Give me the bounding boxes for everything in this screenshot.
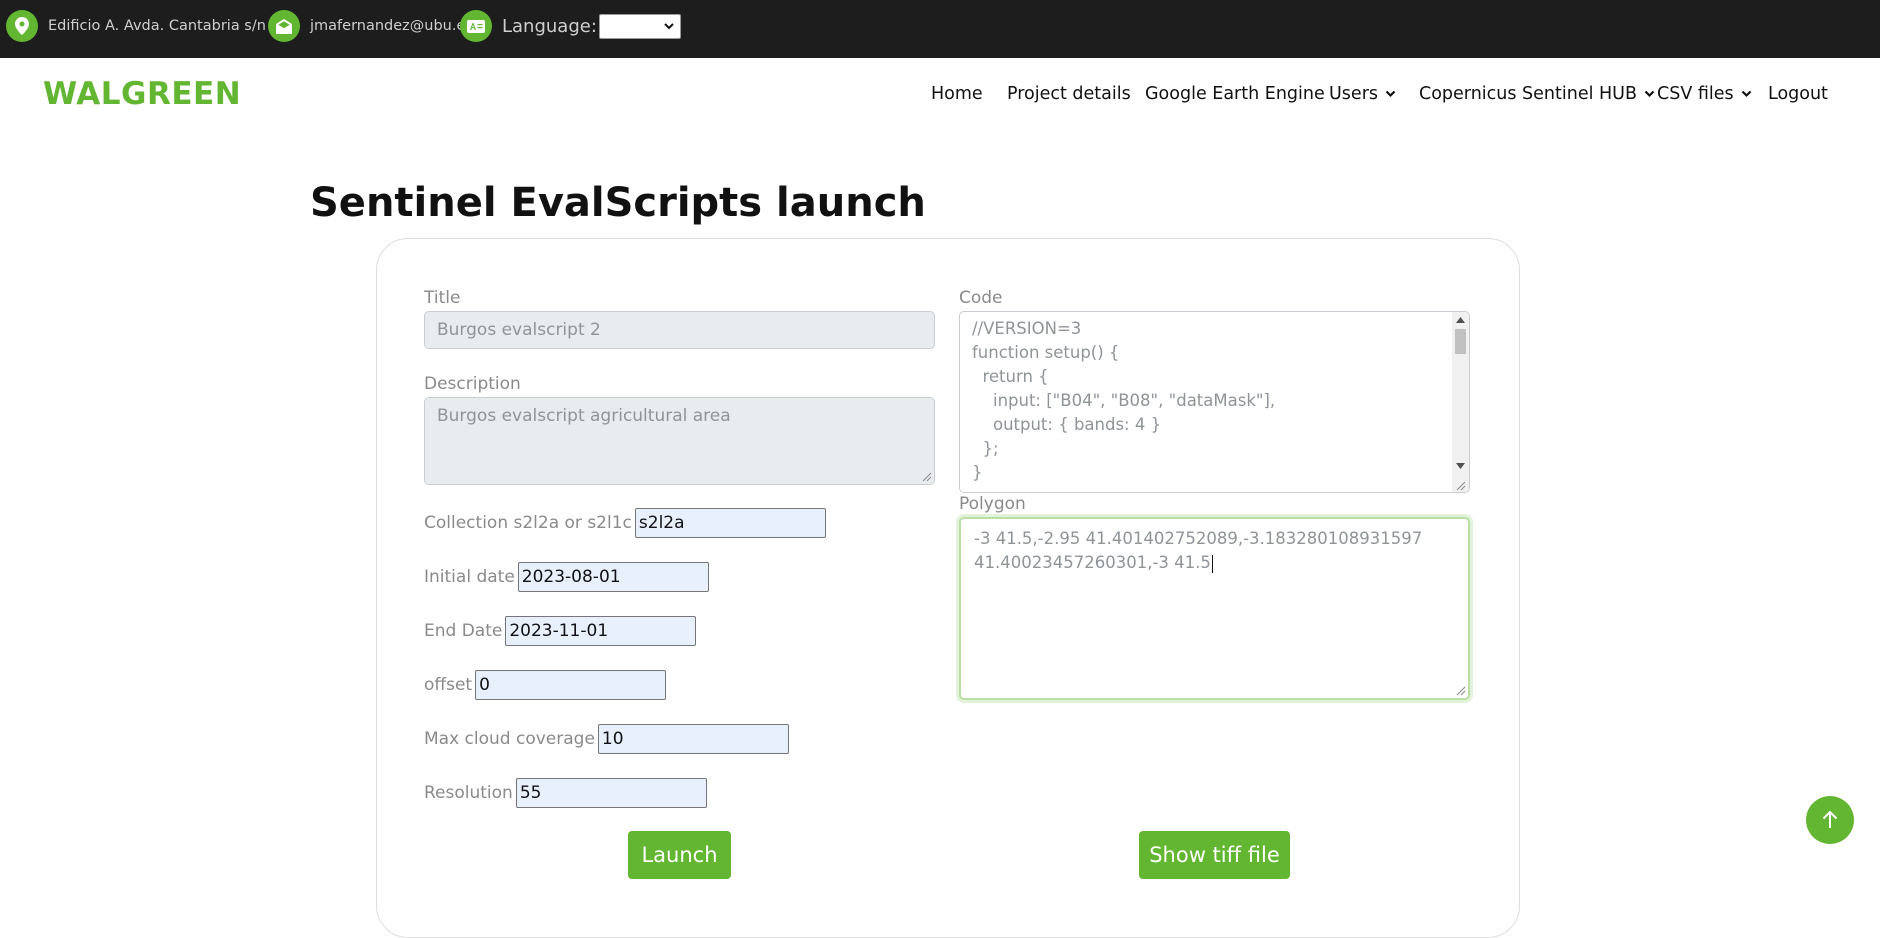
- end-date-row: End Date 2023-11-01: [424, 616, 697, 646]
- scroll-thumb[interactable]: [1455, 329, 1466, 354]
- collection-row: Collection s2l2a or s2l1c s2l2a: [424, 508, 826, 538]
- translate-icon: [460, 10, 492, 42]
- initial-date-input[interactable]: 2023-08-01: [517, 562, 709, 592]
- code-label: Code: [959, 288, 1003, 308]
- code-line: function setup() {: [972, 343, 1120, 362]
- nav-logout[interactable]: Logout: [1768, 84, 1828, 104]
- show-tiff-button[interactable]: Show tiff file: [1139, 831, 1290, 879]
- launch-button[interactable]: Launch: [628, 831, 731, 879]
- arrow-up-icon: [1822, 811, 1838, 828]
- nav-copernicus-sentinel-hub[interactable]: Copernicus Sentinel HUB: [1419, 84, 1655, 104]
- text-caret: [1211, 554, 1213, 573]
- resolution-row: Resolution 55: [424, 778, 707, 808]
- code-line: };: [972, 439, 999, 458]
- nav-users[interactable]: Users: [1329, 84, 1396, 104]
- polygon-label: Polygon: [959, 494, 1026, 514]
- email-item[interactable]: jmafernandez@ubu.es: [268, 0, 473, 52]
- end-date-label: End Date: [424, 621, 503, 641]
- initial-date-label: Initial date: [424, 567, 515, 587]
- top-bar: Edificio A. Avda. Cantabria s/n jmaferna…: [0, 0, 1880, 58]
- polygon-textarea[interactable]: -3 41.5,-2.95 41.401402752089,-3.1832801…: [959, 517, 1470, 700]
- chevron-down-icon: [1385, 90, 1396, 98]
- max-cloud-input[interactable]: 10: [597, 724, 789, 754]
- code-line: //VERSION=3: [972, 319, 1082, 338]
- map-pin-icon: [6, 10, 38, 42]
- code-line: return {: [972, 367, 1049, 386]
- code-textarea[interactable]: //VERSION=3 function setup() { return { …: [959, 311, 1470, 493]
- language-item: Language:: [460, 0, 681, 52]
- logo[interactable]: WALGREEN: [43, 76, 241, 112]
- description-label: Description: [424, 374, 521, 394]
- initial-date-row: Initial date 2023-08-01: [424, 562, 709, 592]
- chevron-down-icon: [664, 22, 674, 29]
- resolution-input[interactable]: 55: [515, 778, 707, 808]
- code-scrollbar[interactable]: [1452, 312, 1469, 492]
- description-field[interactable]: Burgos evalscript agricultural area: [424, 397, 935, 485]
- scroll-up-arrow-icon[interactable]: [1456, 317, 1465, 323]
- title-field[interactable]: Burgos evalscript 2: [424, 311, 935, 349]
- resize-handle-icon[interactable]: [922, 472, 932, 482]
- collection-input[interactable]: s2l2a: [634, 508, 826, 538]
- collection-label: Collection s2l2a or s2l1c: [424, 513, 632, 533]
- chevron-down-icon: [1741, 90, 1751, 98]
- address-item: Edificio A. Avda. Cantabria s/n: [6, 0, 266, 52]
- back-to-top-button[interactable]: [1806, 796, 1854, 844]
- code-line: }: [972, 463, 983, 482]
- max-cloud-label: Max cloud coverage: [424, 729, 595, 749]
- offset-input[interactable]: 0: [475, 670, 667, 700]
- nav-project-details[interactable]: Project details: [1007, 84, 1131, 104]
- code-line: input: ["B04", "B08", "dataMask"],: [972, 391, 1276, 410]
- offset-row: offset 0: [424, 670, 667, 700]
- resize-handle-icon[interactable]: [1455, 480, 1466, 491]
- title-label: Title: [424, 288, 461, 308]
- polygon-text: -3 41.5,-2.95 41.401402752089,-3.1832801…: [974, 527, 1444, 575]
- description-field-value: Burgos evalscript agricultural area: [437, 406, 731, 426]
- nav-home[interactable]: Home: [931, 84, 983, 104]
- end-date-input[interactable]: 2023-11-01: [505, 616, 697, 646]
- resolution-label: Resolution: [424, 783, 513, 803]
- resize-handle-icon[interactable]: [1456, 686, 1466, 696]
- code-line: output: { bands: 4 }: [972, 415, 1162, 434]
- page-title: Sentinel EvalScripts launch: [310, 180, 926, 226]
- email-text[interactable]: jmafernandez@ubu.es: [310, 18, 473, 34]
- nav-csv-files[interactable]: CSV files: [1657, 84, 1752, 104]
- language-select[interactable]: [598, 13, 681, 39]
- chevron-down-icon: [1644, 90, 1655, 98]
- polygon-value: -3 41.5,-2.95 41.401402752089,-3.1832801…: [974, 529, 1423, 572]
- nav-google-earth-engine[interactable]: Google Earth Engine: [1145, 84, 1325, 104]
- address-text: Edificio A. Avda. Cantabria s/n: [48, 18, 266, 34]
- language-label: Language:: [502, 15, 597, 37]
- scroll-down-arrow-icon[interactable]: [1456, 463, 1465, 469]
- envelope-open-icon: [268, 10, 300, 42]
- offset-label: offset: [424, 675, 473, 695]
- max-cloud-row: Max cloud coverage 10: [424, 724, 789, 754]
- title-field-value: Burgos evalscript 2: [437, 320, 601, 340]
